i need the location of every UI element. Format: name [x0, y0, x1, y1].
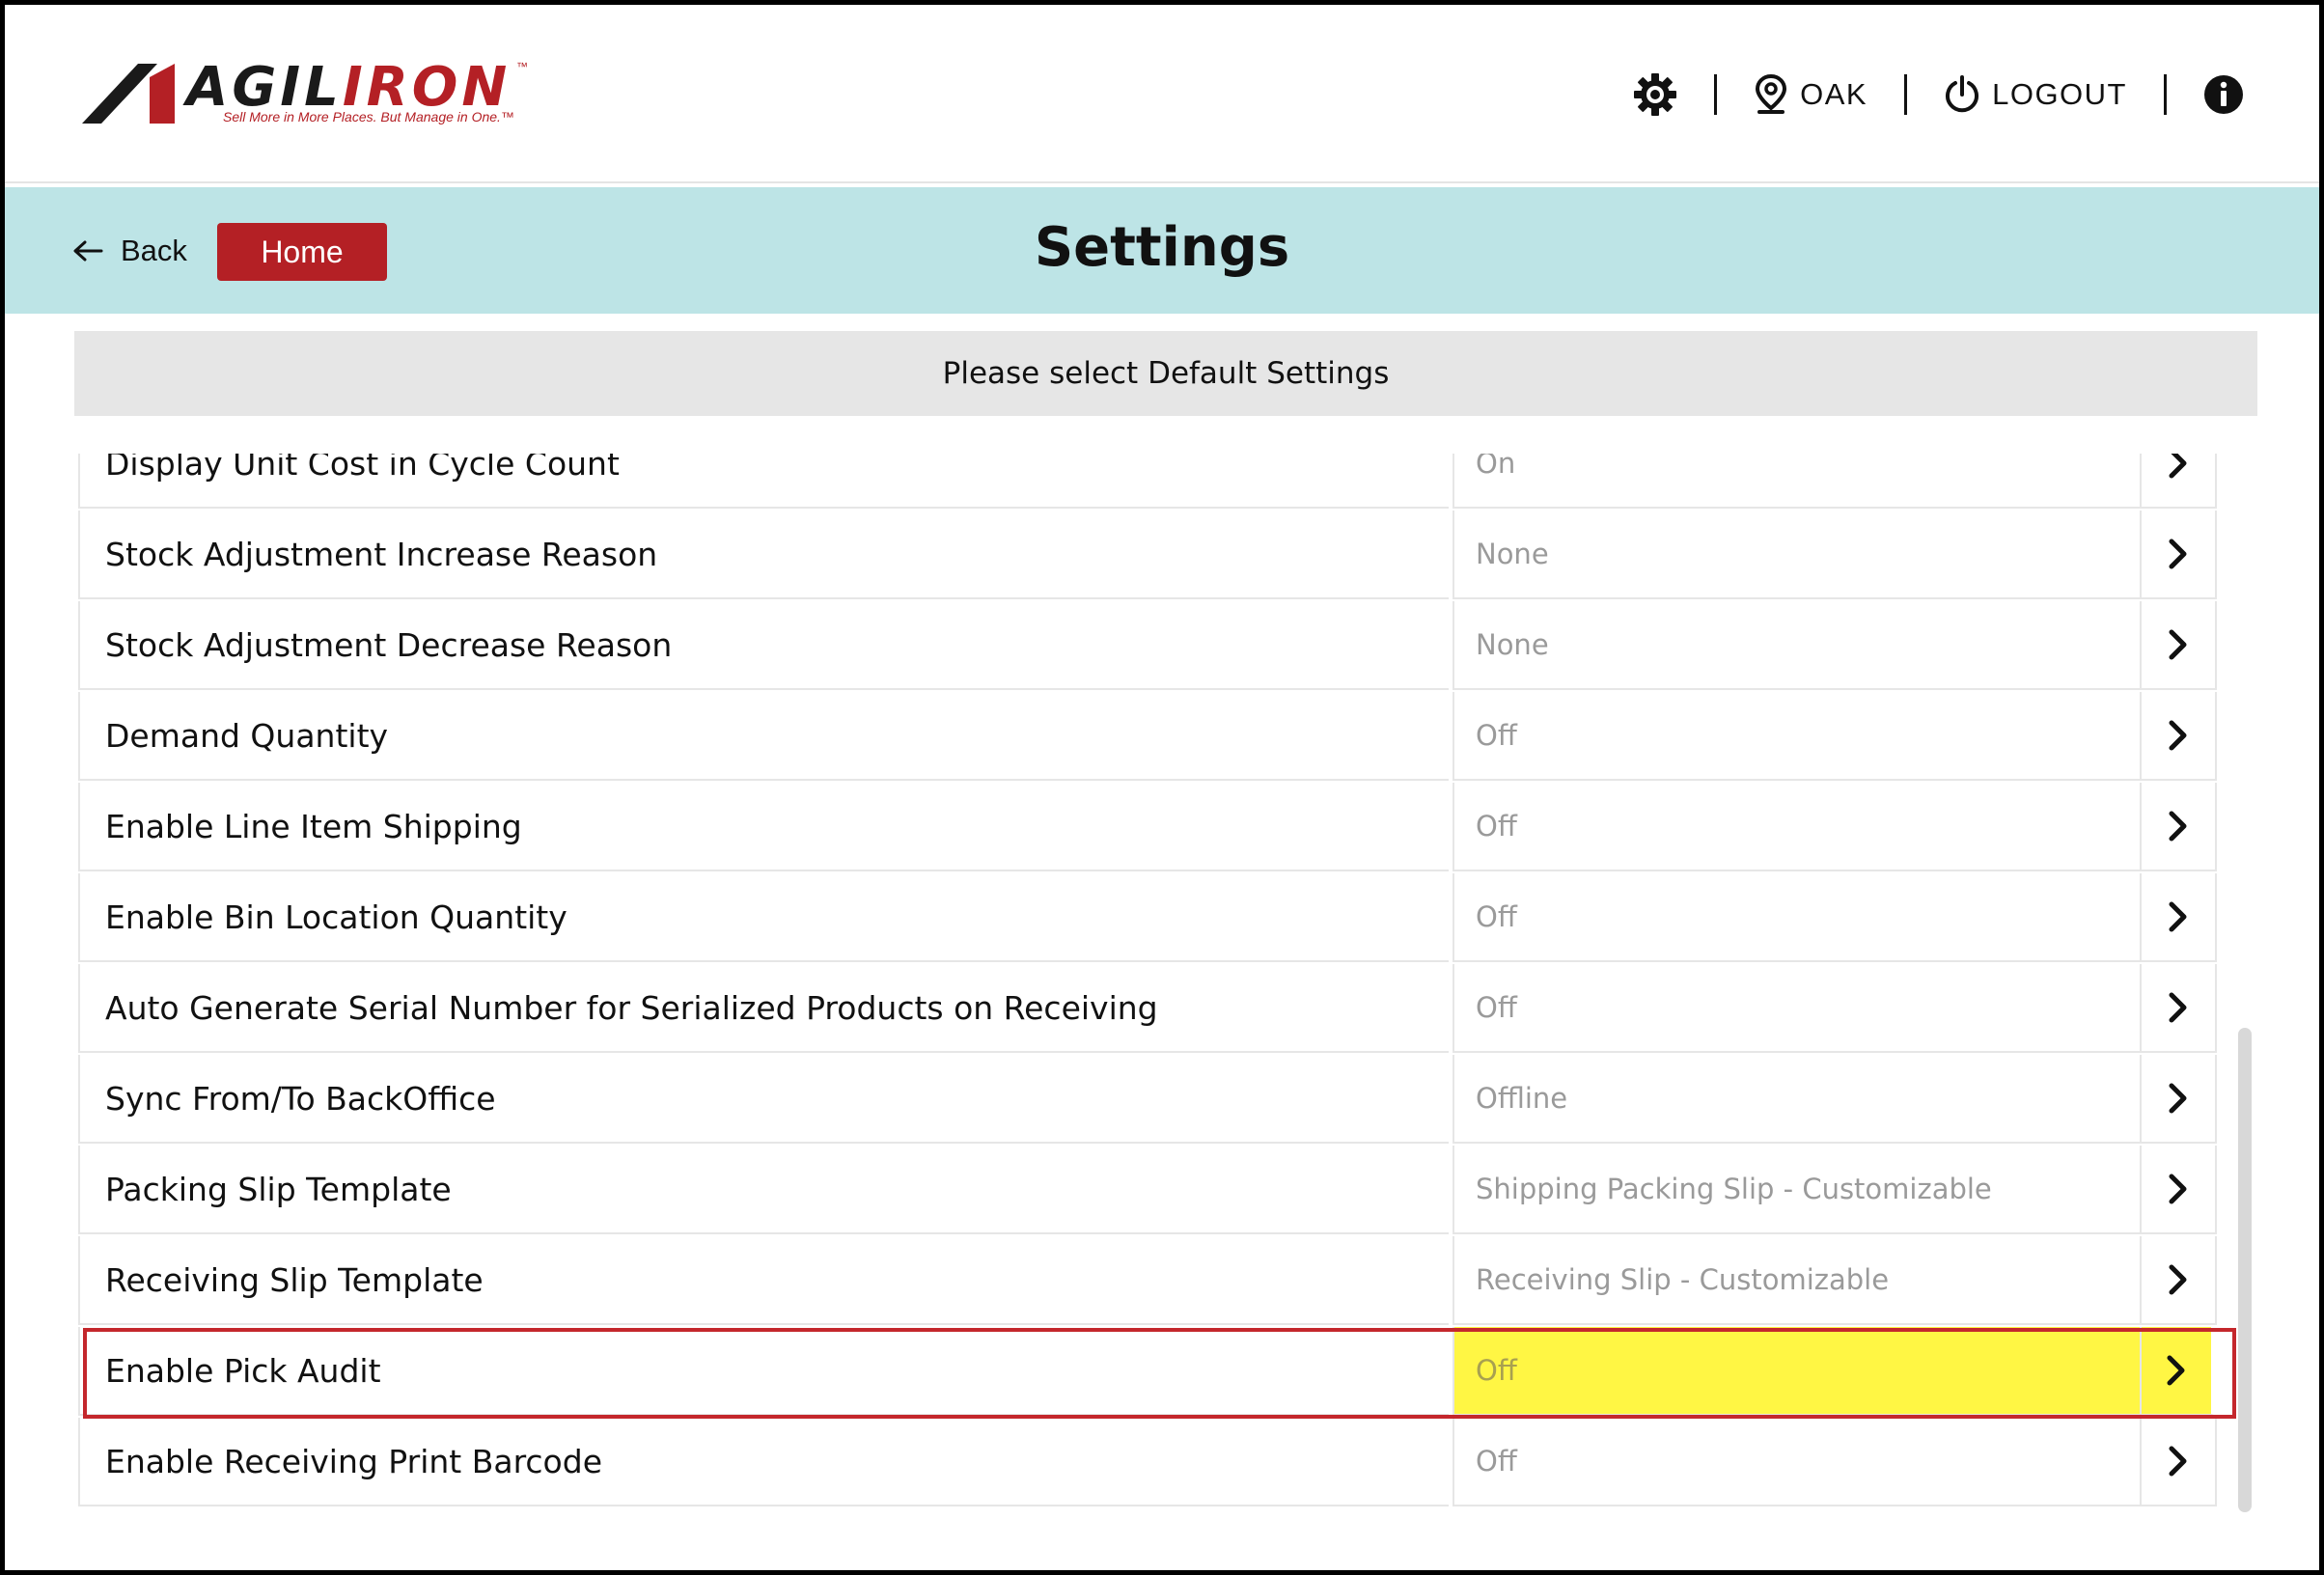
setting-value: Off [1452, 1418, 2140, 1506]
setting-label: Stock Adjustment Decrease Reason [78, 601, 1449, 690]
logo-trademark: ™ [516, 60, 528, 73]
settings-row[interactable]: Enable Bin Location Quantity Off [78, 873, 2230, 964]
setting-label: Auto Generate Serial Number for Serializ… [78, 964, 1449, 1053]
setting-value: None [1452, 601, 2140, 690]
setting-value: Off [1452, 964, 2140, 1053]
setting-label: Display Unit Cost in Cycle Count [78, 454, 1449, 509]
setting-label: Sync From/To BackOffice [78, 1055, 1449, 1144]
chevron-right-icon[interactable] [2140, 1418, 2217, 1506]
chevron-right-icon[interactable] [2140, 692, 2217, 781]
chevron-right-icon[interactable] [2140, 873, 2217, 962]
settings-row[interactable]: Stock Adjustment Decrease Reason None [78, 601, 2230, 692]
logo-mark-icon [82, 64, 175, 124]
chevron-right-icon[interactable] [2140, 1055, 2217, 1144]
location-pin-icon [1756, 73, 1787, 114]
gear-icon [1634, 73, 1677, 116]
location-button[interactable]: OAK [1754, 63, 1868, 126]
chevron-right-icon[interactable] [2140, 1327, 2217, 1416]
title-bar: Back Home Settings [5, 187, 2319, 314]
setting-label: Enable Receiving Print Barcode [78, 1418, 1449, 1506]
settings-instructions: Please select Default Settings [74, 331, 2257, 416]
settings-row[interactable]: Receiving Slip Template Receiving Slip -… [78, 1236, 2230, 1327]
settings-list[interactable]: Display Unit Cost in Cycle Count On Stoc… [78, 454, 2230, 1512]
chevron-right-icon[interactable] [2140, 601, 2217, 690]
setting-value: On [1452, 454, 2140, 509]
settings-row[interactable]: Auto Generate Serial Number for Serializ… [78, 964, 2230, 1055]
info-button[interactable] [2203, 63, 2319, 126]
logout-label: LOGOUT [1992, 77, 2127, 111]
info-icon [2204, 75, 2243, 114]
settings-button[interactable] [1633, 63, 1677, 126]
setting-value: Off [1452, 1327, 2140, 1416]
header-actions: OAK LOGOUT [1633, 63, 2319, 126]
setting-label: Receiving Slip Template [78, 1236, 1449, 1325]
settings-row-highlighted[interactable]: Enable Pick Audit Off [78, 1327, 2230, 1418]
setting-value: Receiving Slip - Customizable [1452, 1236, 2140, 1325]
setting-value: Off [1452, 692, 2140, 781]
app-window: AGILIRON ™ Sell More in More Places. But… [5, 5, 2319, 1570]
settings-row[interactable]: Display Unit Cost in Cycle Count On [78, 454, 2230, 511]
chevron-right-icon[interactable] [2140, 511, 2217, 599]
setting-label: Enable Line Item Shipping [78, 783, 1449, 871]
settings-row[interactable]: Enable Receiving Print Barcode Off [78, 1418, 2230, 1508]
header-divider [1904, 74, 1908, 115]
settings-row[interactable]: Enable Line Item Shipping Off [78, 783, 2230, 873]
setting-label: Enable Pick Audit [78, 1327, 1449, 1416]
setting-value: None [1452, 511, 2140, 599]
chevron-right-icon[interactable] [2140, 964, 2217, 1053]
location-label: OAK [1800, 77, 1868, 111]
setting-value: Shipping Packing Slip - Customizable [1452, 1146, 2140, 1234]
setting-label: Enable Bin Location Quantity [78, 873, 1449, 962]
settings-row[interactable]: Sync From/To BackOffice Offline [78, 1055, 2230, 1146]
chevron-right-icon[interactable] [2140, 783, 2217, 871]
header-divider [2164, 74, 2167, 115]
chevron-right-icon[interactable] [2140, 1146, 2217, 1234]
logo-tagline: Sell More in More Places. But Manage in … [223, 109, 514, 124]
power-icon [1946, 75, 1979, 113]
scrollbar-thumb[interactable] [2238, 1028, 2252, 1512]
setting-label: Packing Slip Template [78, 1146, 1449, 1234]
chevron-right-icon[interactable] [2140, 1236, 2217, 1325]
setting-value: Off [1452, 783, 2140, 871]
top-header: AGILIRON ™ Sell More in More Places. But… [5, 5, 2319, 183]
settings-row[interactable]: Packing Slip Template Shipping Packing S… [78, 1146, 2230, 1236]
page-title: Settings [1034, 216, 1290, 279]
settings-row[interactable]: Stock Adjustment Increase Reason None [78, 511, 2230, 601]
setting-value: Off [1452, 873, 2140, 962]
settings-row[interactable]: Demand Quantity Off [78, 692, 2230, 783]
chevron-right-icon[interactable] [2140, 454, 2217, 509]
setting-label: Stock Adjustment Increase Reason [78, 511, 1449, 599]
agiliron-logo: AGILIRON ™ Sell More in More Places. But… [82, 56, 536, 135]
logout-button[interactable]: LOGOUT [1944, 63, 2127, 126]
header-divider [1714, 74, 1718, 115]
setting-label: Demand Quantity [78, 692, 1449, 781]
setting-value: Offline [1452, 1055, 2140, 1144]
